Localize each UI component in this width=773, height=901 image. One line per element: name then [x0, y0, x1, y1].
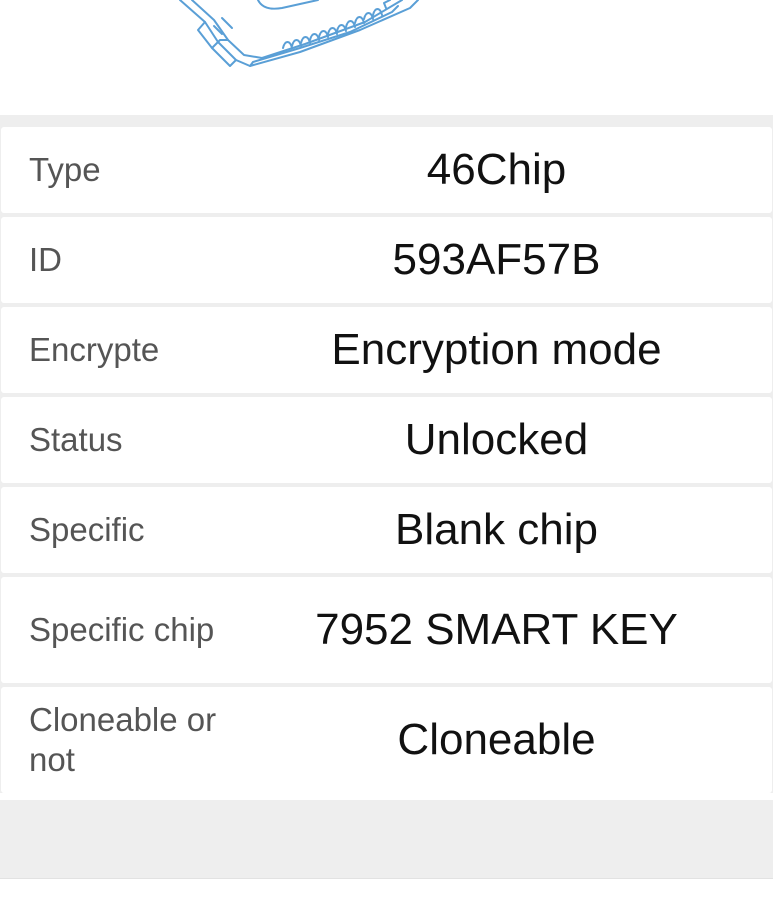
- row-value: Encryption mode: [331, 325, 662, 374]
- header-illustration-area: [0, 0, 773, 115]
- row-value: 46Chip: [426, 145, 567, 194]
- bottom-spacer: [0, 800, 773, 878]
- info-row-specific-chip: Specific chip 7952 SMART KEY: [1, 577, 772, 683]
- info-row-type: Type 46Chip: [1, 127, 772, 213]
- key-chip-icon: [179, 0, 419, 67]
- info-row-id: ID 593AF57B: [1, 217, 772, 303]
- row-label: Specific: [29, 511, 145, 548]
- row-value: Blank chip: [394, 505, 598, 554]
- section-divider: [0, 115, 773, 127]
- info-row-cloneable: Cloneable or not Cloneable: [1, 687, 772, 793]
- chip-info-list: Type 46Chip ID 593AF57B Encrypte Encrypt…: [0, 127, 773, 793]
- info-row-status: Status Unlocked: [1, 397, 772, 483]
- info-row-encryption: Encrypte Encryption mode: [1, 307, 772, 393]
- row-label: Encrypte: [29, 331, 160, 368]
- row-label: Cloneable or not: [29, 701, 217, 778]
- row-value: Unlocked: [404, 415, 589, 464]
- row-label: ID: [29, 241, 62, 278]
- row-label: Status: [29, 421, 123, 458]
- row-label: Type: [29, 151, 101, 188]
- row-value: 593AF57B: [392, 235, 601, 284]
- row-label: Specific chip: [29, 611, 215, 648]
- row-value: 7952 SMART KEY: [315, 605, 678, 654]
- row-value: Cloneable: [397, 715, 596, 764]
- bottom-bar: [0, 878, 773, 901]
- info-row-specific: Specific Blank chip: [1, 487, 772, 573]
